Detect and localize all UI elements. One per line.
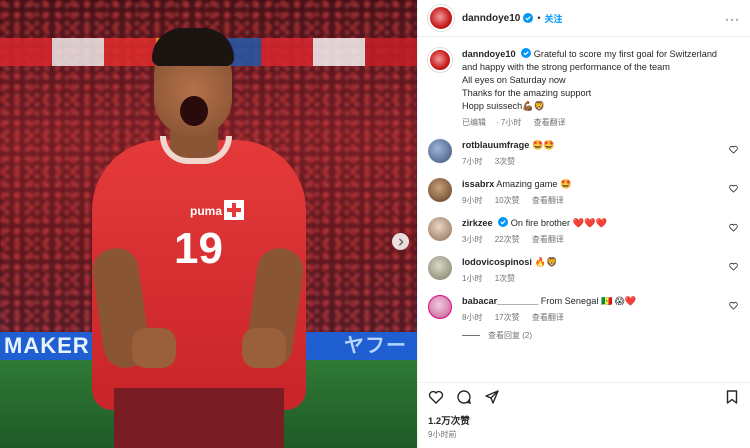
player-hair [152, 28, 234, 66]
more-icon[interactable]: ··· [725, 12, 740, 26]
comment-item: babacar________ From Senegal 🇸🇳 😱❤️ 8小时 … [428, 295, 740, 324]
comment-meta: 3小时 22次赞 查看翻译 [462, 233, 740, 246]
comment-text: Amazing game 🤩 [496, 179, 572, 189]
jersey-number: 19 [174, 224, 223, 273]
comment-time: 3小时 [462, 235, 483, 244]
translate-link[interactable]: 查看翻译 [534, 118, 566, 127]
comment-avatar[interactable] [428, 256, 452, 280]
comment-time: 9小时 [462, 196, 483, 205]
comment-likes[interactable]: 1次赞 [495, 274, 515, 283]
heart-icon[interactable] [428, 389, 444, 405]
comment-time: 1小时 [462, 274, 483, 283]
comment-username[interactable]: lodovicospinosi [462, 257, 532, 267]
swiss-cross-icon [224, 200, 244, 220]
post-media[interactable]: MAKER ヤフー puma 19 [0, 0, 417, 448]
post-author-username[interactable]: danndoye10 [462, 13, 520, 24]
comment-item: rotblauumfrage 🤩🤩 7小时 3次赞 [428, 139, 740, 168]
caption-meta: 已编辑 · 7小时 查看翻译 [462, 118, 566, 127]
chevron-right-icon [398, 237, 404, 246]
post-side-panel: danndoye10 • 关注 ··· danndoye10 Grateful … [417, 0, 750, 448]
heart-icon[interactable] [729, 301, 738, 310]
ad-board-text-right: ヤフー [344, 335, 407, 357]
action-bar [418, 382, 750, 406]
heart-icon[interactable] [729, 262, 738, 271]
comment-avatar[interactable] [428, 217, 452, 241]
edited-label: 已编辑 [462, 118, 486, 127]
caption-line: All eyes on Saturday now [462, 75, 566, 85]
post-header: danndoye10 • 关注 ··· [418, 0, 750, 37]
likes-count[interactable]: 1.2万次赞 [428, 413, 470, 427]
comment-meta: 9小时 10次赞 查看翻译 [462, 194, 740, 207]
avatar[interactable] [428, 5, 454, 31]
comment-body: lodovicospinosi 🔥🦁 1小时 1次赞 [462, 256, 740, 285]
comment-item: issabrx Amazing game 🤩 9小时 10次赞 查看翻译 [428, 178, 740, 207]
player-mouth [180, 96, 208, 126]
translate-link[interactable]: 查看翻译 [532, 313, 564, 322]
caption: danndoye10 Grateful to score my first go… [428, 48, 740, 129]
comment-likes[interactable]: 3次赞 [495, 157, 515, 166]
left-fist [132, 328, 176, 368]
view-replies-label[interactable]: 查看回复 (2) [488, 330, 532, 341]
heart-icon[interactable] [729, 223, 738, 232]
verified-badge-icon [521, 48, 532, 58]
comment-meta: 7小时 3次赞 [462, 155, 740, 168]
comment-time: 8小时 [462, 313, 483, 322]
caption-body: danndoye10 Grateful to score my first go… [462, 48, 740, 129]
comment-username[interactable]: issabrx [462, 179, 494, 189]
instagram-post-window: MAKER ヤフー puma 19 danndoye10 • 关注 ··· da… [0, 0, 750, 448]
comment-text: 🤩🤩 [531, 140, 555, 150]
translate-link[interactable]: 查看翻译 [532, 235, 564, 244]
comment-body: rotblauumfrage 🤩🤩 7小时 3次赞 [462, 139, 740, 168]
comment-icon[interactable] [456, 389, 472, 405]
caption-avatar[interactable] [428, 48, 452, 72]
comment-time: 7小时 [462, 157, 483, 166]
comment-username[interactable]: rotblauumfrage [462, 140, 529, 150]
comments-list: danndoye10 Grateful to score my first go… [418, 38, 750, 382]
comment-username[interactable]: babacar________ [462, 296, 538, 306]
comment-username[interactable]: zirkzee [462, 218, 493, 228]
right-fist [242, 328, 286, 368]
translate-link[interactable]: 查看翻译 [532, 196, 564, 205]
comment-body: zirkzee On fire brother ❤️❤️❤️ 3小时 22次赞 … [462, 217, 740, 246]
player-figure: puma 19 [89, 28, 312, 448]
view-replies-button[interactable]: 查看回复 (2) [462, 330, 740, 341]
comment-meta: 8小时 17次赞 查看翻译 [462, 311, 740, 324]
comment-body: babacar________ From Senegal 🇸🇳 😱❤️ 8小时 … [462, 295, 740, 324]
share-icon[interactable] [484, 389, 500, 405]
caption-line: and happy with the strong performance of… [462, 62, 670, 72]
shorts [114, 388, 284, 448]
caption-line: Thanks for the amazing support [462, 88, 592, 98]
jersey-brand: puma [190, 204, 223, 218]
verified-badge-icon [523, 13, 534, 23]
comment-meta: 1小时 1次赞 [462, 272, 740, 285]
comment-likes[interactable]: 17次赞 [495, 313, 520, 322]
comment-text: On fire brother ❤️❤️❤️ [510, 218, 607, 228]
heart-icon[interactable] [729, 184, 738, 193]
verified-badge-icon [498, 217, 509, 227]
comment-avatar[interactable] [428, 178, 452, 202]
separator-dot: • [537, 13, 541, 23]
comment-body: issabrx Amazing game 🤩 9小时 10次赞 查看翻译 [462, 178, 740, 207]
comment-item: zirkzee On fire brother ❤️❤️❤️ 3小时 22次赞 … [428, 217, 740, 246]
comment-text: 🔥🦁 [534, 257, 558, 267]
comment-avatar[interactable] [428, 295, 452, 319]
ad-board-text-left: MAKER [4, 333, 90, 358]
comment-likes[interactable]: 22次赞 [495, 235, 520, 244]
post-time: 9小时前 [428, 430, 457, 439]
comment-avatar[interactable] [428, 139, 452, 163]
comment-likes[interactable]: 10次赞 [495, 196, 520, 205]
caption-time: 7小时 [500, 118, 522, 127]
follow-button[interactable]: 关注 [545, 12, 563, 25]
bookmark-icon[interactable] [724, 389, 740, 405]
comment-text: From Senegal 🇸🇳 😱❤️ [540, 296, 636, 306]
comment-item: lodovicospinosi 🔥🦁 1小时 1次赞 [428, 256, 740, 285]
caption-line: Grateful to score my first goal for Swit… [533, 49, 718, 59]
heart-icon[interactable] [729, 145, 738, 154]
next-image-button[interactable] [392, 233, 409, 250]
replies-line [462, 335, 480, 336]
caption-line: Hopp suissech💪🏾🦁 [462, 101, 546, 111]
caption-username[interactable]: danndoye10 [462, 49, 516, 59]
